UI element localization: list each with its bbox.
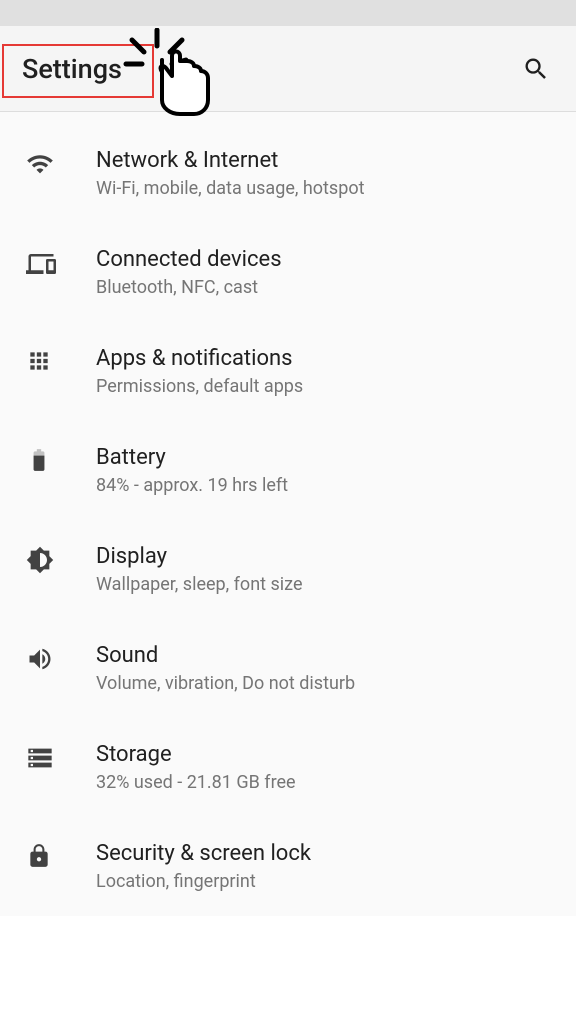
status-bar [0,0,576,26]
settings-item-security[interactable]: Security & screen lock Location, fingerp… [0,817,576,916]
item-title: Apps & notifications [96,346,556,371]
item-subtitle: 32% used - 21.81 GB free [96,772,556,793]
display-icon [20,544,72,574]
settings-item-network[interactable]: Network & Internet Wi-Fi, mobile, data u… [0,124,576,223]
settings-item-apps[interactable]: Apps & notifications Permissions, defaul… [0,322,576,421]
settings-item-sound[interactable]: Sound Volume, vibration, Do not disturb [0,619,576,718]
item-subtitle: Permissions, default apps [96,376,556,397]
item-title: Battery [96,445,556,470]
search-button[interactable] [518,51,554,87]
battery-icon [20,445,72,473]
item-title: Sound [96,643,556,668]
item-title: Storage [96,742,556,767]
settings-list: Network & Internet Wi-Fi, mobile, data u… [0,112,576,916]
item-subtitle: Volume, vibration, Do not disturb [96,673,556,694]
settings-item-connected-devices[interactable]: Connected devices Bluetooth, NFC, cast [0,223,576,322]
item-title: Network & Internet [96,148,556,173]
apps-icon [20,346,72,374]
item-subtitle: Bluetooth, NFC, cast [96,277,556,298]
sound-icon [20,643,72,673]
item-subtitle: Wi-Fi, mobile, data usage, hotspot [96,178,556,199]
item-subtitle: 84% - approx. 19 hrs left [96,475,556,496]
item-title: Connected devices [96,247,556,272]
page-title: Settings [22,53,122,85]
search-icon [522,55,550,83]
lock-icon [20,841,72,869]
app-bar: Settings [0,26,576,112]
item-subtitle: Wallpaper, sleep, font size [96,574,556,595]
item-title: Display [96,544,556,569]
item-title: Security & screen lock [96,841,556,866]
settings-item-display[interactable]: Display Wallpaper, sleep, font size [0,520,576,619]
item-subtitle: Location, fingerprint [96,871,556,892]
settings-item-battery[interactable]: Battery 84% - approx. 19 hrs left [0,421,576,520]
wifi-icon [20,148,72,178]
storage-icon [20,742,72,772]
devices-icon [20,247,72,279]
settings-item-storage[interactable]: Storage 32% used - 21.81 GB free [0,718,576,817]
